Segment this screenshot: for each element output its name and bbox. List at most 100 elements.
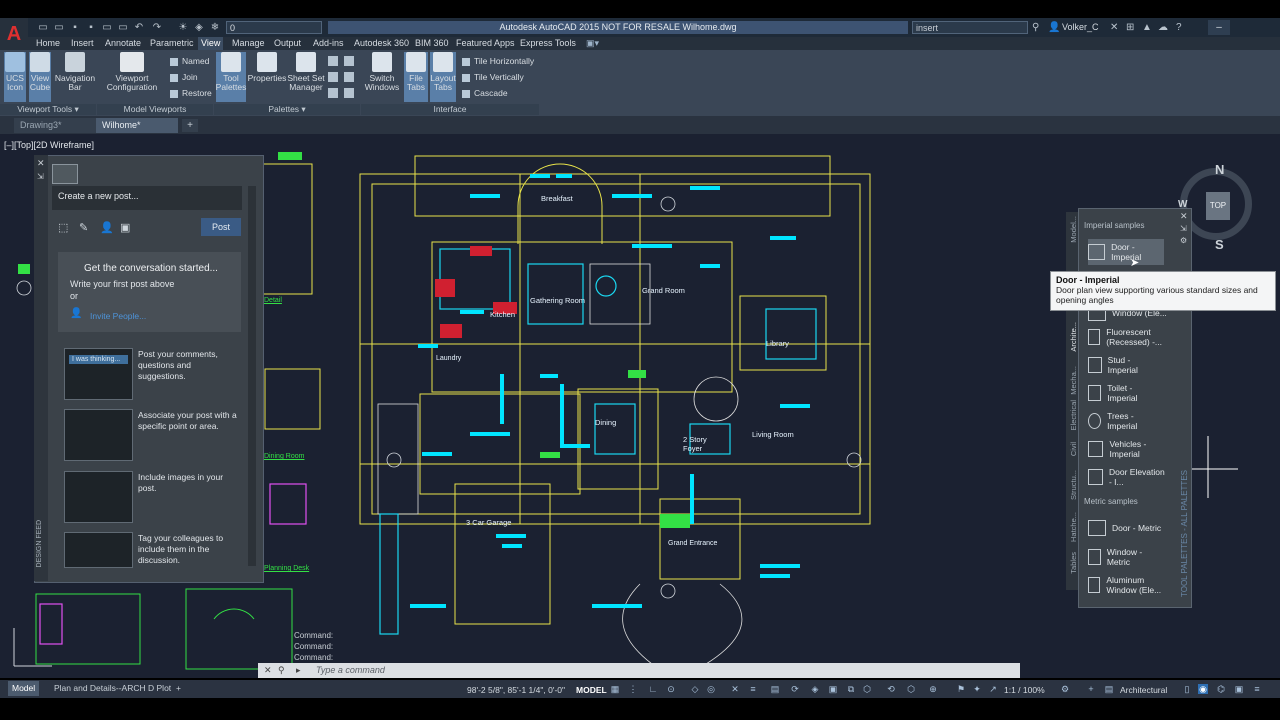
tool-aluminum-window[interactable]: Aluminum Window (Ele... bbox=[1088, 572, 1168, 598]
user-icon[interactable]: 👤 bbox=[1048, 21, 1060, 34]
palette-tab-mechanical[interactable]: Mecha... bbox=[1069, 366, 1078, 395]
tool-palettes-button[interactable]: Tool Palettes bbox=[216, 52, 246, 102]
palette-small-icon-5[interactable] bbox=[344, 72, 354, 82]
palette-tab-architectural[interactable]: Archite... bbox=[1069, 322, 1078, 352]
clean-screen-icon[interactable]: ▣ bbox=[1234, 684, 1244, 694]
palette-tab-electrical[interactable]: Electrical bbox=[1069, 400, 1078, 430]
annotation-scale-icon[interactable]: ⊕ bbox=[928, 684, 938, 694]
layer-dropdown[interactable]: 0 bbox=[226, 21, 322, 34]
palette-small-icon-2[interactable] bbox=[328, 72, 338, 82]
command-input[interactable]: Type a command bbox=[316, 663, 385, 678]
file-tabs-button[interactable]: File Tabs bbox=[404, 52, 428, 102]
join-viewports-button[interactable]: Join bbox=[170, 71, 198, 83]
selection-cycling-icon[interactable]: ⟳ bbox=[790, 684, 800, 694]
palette-tab-civil[interactable]: Civil bbox=[1069, 442, 1078, 456]
a360-icon[interactable]: ▲ bbox=[1142, 21, 1152, 34]
settings-icon[interactable]: ⚙ bbox=[1060, 684, 1070, 694]
autoscale-icon[interactable]: ⬡ bbox=[906, 684, 916, 694]
tab-output[interactable]: Output bbox=[274, 37, 301, 50]
sun-icon[interactable]: ☀ bbox=[176, 20, 190, 35]
tool-vehicles-imperial[interactable]: Vehicles - Imperial bbox=[1088, 436, 1168, 462]
palette-small-icon-4[interactable] bbox=[344, 56, 354, 66]
search-input[interactable]: insert bbox=[912, 21, 1028, 34]
ribbon-toggle-icon[interactable]: ▣▾ bbox=[586, 37, 599, 50]
new-tab-icon[interactable]: + bbox=[182, 119, 198, 132]
tool-toilet-imperial[interactable]: Toilet - Imperial bbox=[1088, 380, 1148, 406]
design-feed-title-strip[interactable] bbox=[34, 155, 48, 581]
tag-person-icon[interactable]: 👤 bbox=[100, 222, 114, 234]
cascade-button[interactable]: Cascade bbox=[462, 87, 508, 99]
minimize-button[interactable]: – bbox=[1208, 20, 1230, 35]
customize-icon[interactable]: ⚲ bbox=[278, 663, 285, 678]
undo-icon[interactable]: ↶ bbox=[132, 20, 146, 35]
compass-north[interactable]: N bbox=[1215, 162, 1224, 177]
close-icon[interactable]: ✕ bbox=[37, 158, 45, 169]
application-menu-button[interactable]: A bbox=[0, 18, 28, 50]
isolate-icon[interactable]: ▤ bbox=[1104, 684, 1114, 694]
viewport-controls-label[interactable]: [–][Top][2D Wireframe] bbox=[4, 140, 94, 150]
restore-viewports-button[interactable]: Restore bbox=[170, 87, 212, 99]
navigation-bar-button[interactable]: Navigation Bar bbox=[54, 52, 96, 102]
model-space-toggle[interactable]: MODEL bbox=[576, 684, 607, 696]
tab-featured-apps[interactable]: Featured Apps bbox=[456, 37, 515, 50]
tool-palettes-title[interactable]: TOOL PALETTES - ALL PALETTES bbox=[1180, 470, 1189, 597]
tile-vertically-button[interactable]: Tile Vertically bbox=[462, 71, 524, 83]
view-cube-top-face[interactable]: TOP bbox=[1206, 192, 1230, 220]
grid-icon[interactable]: ▦ bbox=[610, 684, 620, 694]
named-viewports-button[interactable]: Named bbox=[170, 55, 209, 67]
quick-properties-icon[interactable]: ▯ bbox=[1182, 684, 1192, 694]
tool-trees-imperial[interactable]: Trees - Imperial bbox=[1088, 408, 1148, 434]
tool-window-metric[interactable]: Window - Metric bbox=[1088, 544, 1148, 570]
save-icon[interactable]: ▪ bbox=[68, 20, 82, 35]
sheet-set-manager-button[interactable]: Sheet Set Manager bbox=[287, 52, 325, 102]
new-post-input[interactable]: Create a new post... bbox=[52, 186, 242, 210]
tab-insert[interactable]: Insert bbox=[71, 37, 94, 50]
layer-icon[interactable]: ◈ bbox=[192, 20, 206, 35]
ucs-icon-button[interactable]: UCS Icon bbox=[4, 52, 26, 102]
units-icon[interactable]: ↗ bbox=[988, 684, 998, 694]
compass-south[interactable]: S bbox=[1215, 237, 1224, 252]
add-layout-icon[interactable]: + bbox=[172, 681, 185, 696]
file-tab-wilhome[interactable]: Wilhome* bbox=[96, 118, 178, 133]
annotation-visibility-icon[interactable]: ⟲ bbox=[886, 684, 896, 694]
customization-icon[interactable]: ≡ bbox=[1252, 684, 1262, 694]
tab-autodesk-360[interactable]: Autodesk 360 bbox=[354, 37, 409, 50]
view-cube-button[interactable]: View Cube bbox=[29, 52, 51, 102]
properties-button[interactable]: Properties bbox=[248, 52, 286, 102]
3d-osnap-icon[interactable]: ◈ bbox=[810, 684, 820, 694]
snap-icon[interactable]: ⋮ bbox=[628, 684, 638, 694]
tab-home[interactable]: Home bbox=[36, 37, 60, 50]
save-as-icon[interactable]: ▪ bbox=[84, 20, 98, 35]
object-snap-tracking-icon[interactable]: ◎ bbox=[706, 684, 716, 694]
lineweight-icon[interactable]: ≡ bbox=[748, 684, 758, 694]
palette-tab-structural[interactable]: Structu... bbox=[1069, 470, 1078, 500]
cloud-icon[interactable]: ☁ bbox=[1158, 21, 1168, 34]
tab-express-tools[interactable]: Express Tools bbox=[520, 37, 576, 50]
units-dropdown[interactable]: Architectural bbox=[1120, 684, 1167, 696]
post-button[interactable]: Post bbox=[201, 218, 241, 236]
cart-icon[interactable]: ⊞ bbox=[1126, 21, 1134, 34]
palette-tab-modeling[interactable]: Model... bbox=[1069, 216, 1078, 243]
gizmo-icon[interactable]: ⬡ bbox=[862, 684, 872, 694]
isodraft-icon[interactable]: ◇ bbox=[690, 684, 700, 694]
tab-parametric[interactable]: Parametric bbox=[150, 37, 194, 50]
annotation-monitor-icon[interactable]: ✦ bbox=[972, 684, 982, 694]
exchange-icon[interactable]: ✕ bbox=[1110, 21, 1118, 34]
dynamic-ucs-icon[interactable]: ▣ bbox=[828, 684, 838, 694]
properties-icon[interactable]: ⚙ bbox=[1180, 236, 1187, 245]
plot-icon[interactable]: ▭ bbox=[100, 20, 114, 35]
tool-fluorescent[interactable]: Fluorescent (Recessed) -... bbox=[1088, 324, 1172, 350]
binoculars-icon[interactable]: ⚲ bbox=[1032, 21, 1039, 34]
image-icon[interactable]: ▣ bbox=[120, 222, 132, 234]
tab-add-ins[interactable]: Add-ins bbox=[313, 37, 344, 50]
tab-manage[interactable]: Manage bbox=[232, 37, 265, 50]
panel-viewport-tools[interactable]: Viewport Tools ▾ bbox=[0, 104, 96, 115]
selection-filter-icon[interactable]: ⧉ bbox=[846, 684, 856, 694]
tile-horizontally-button[interactable]: Tile Horizontally bbox=[462, 55, 534, 67]
tab-view[interactable]: View bbox=[198, 37, 224, 50]
print-icon[interactable]: ▭ bbox=[116, 20, 130, 35]
palette-tab-hatches[interactable]: Hatche... bbox=[1069, 512, 1078, 542]
new-file-icon[interactable]: ▭ bbox=[36, 20, 50, 35]
lock-ui-icon[interactable]: ◉ bbox=[1198, 684, 1208, 694]
open-file-icon[interactable]: ▭ bbox=[52, 20, 66, 35]
